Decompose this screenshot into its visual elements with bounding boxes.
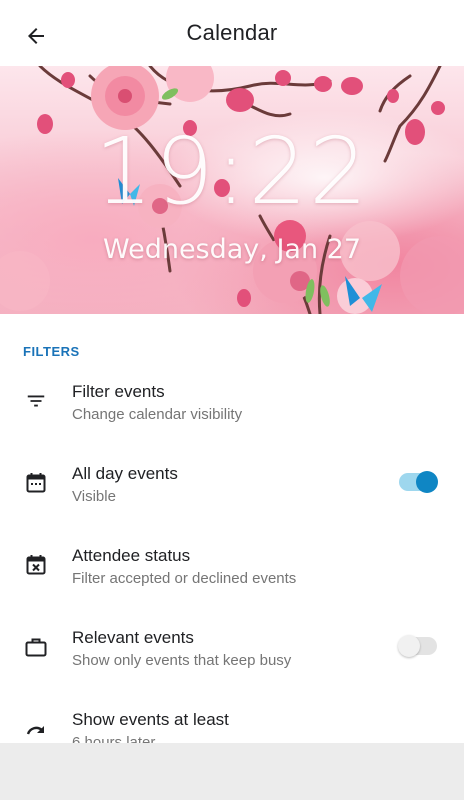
header-banner: 19:22 Wednesday, Jan 27 — [0, 66, 464, 314]
row-title: All day events — [72, 464, 178, 483]
calendar-x-icon — [22, 551, 50, 579]
attendee-status-row[interactable]: Attendee status Filter accepted or decli… — [0, 524, 464, 606]
relevant-events-row[interactable]: Relevant events Show only events that ke… — [0, 606, 464, 688]
clock-time: 19:22 — [94, 118, 370, 225]
section-header-filters: FILTERS — [23, 344, 80, 359]
row-subtitle: Visible — [72, 488, 116, 505]
row-title: Filter events — [72, 382, 165, 401]
relevant-events-toggle[interactable] — [398, 634, 438, 658]
toggle-thumb — [398, 635, 420, 657]
filter-list-icon — [22, 387, 50, 415]
redo-arrow-icon — [22, 715, 50, 743]
page-title: Calendar — [186, 20, 278, 45]
row-title: Attendee status — [72, 546, 191, 565]
calendar-icon — [22, 469, 50, 497]
bottom-panel — [0, 743, 464, 800]
row-subtitle: Filter accepted or declined events — [72, 570, 297, 587]
toggle-thumb — [416, 471, 438, 493]
row-subtitle: Show only events that keep busy — [72, 652, 292, 669]
briefcase-icon — [22, 633, 50, 661]
row-title: Relevant events — [72, 628, 194, 647]
all-day-events-toggle[interactable] — [398, 470, 438, 494]
filter-events-row[interactable]: Filter events Change calendar visibility — [0, 360, 464, 442]
app-bar: Calendar — [0, 0, 464, 66]
clock-date: Wednesday, Jan 27 — [102, 234, 362, 265]
all-day-events-row[interactable]: All day events Visible — [0, 442, 464, 524]
row-subtitle: Change calendar visibility — [72, 406, 243, 423]
row-title: Show events at least — [72, 710, 229, 729]
